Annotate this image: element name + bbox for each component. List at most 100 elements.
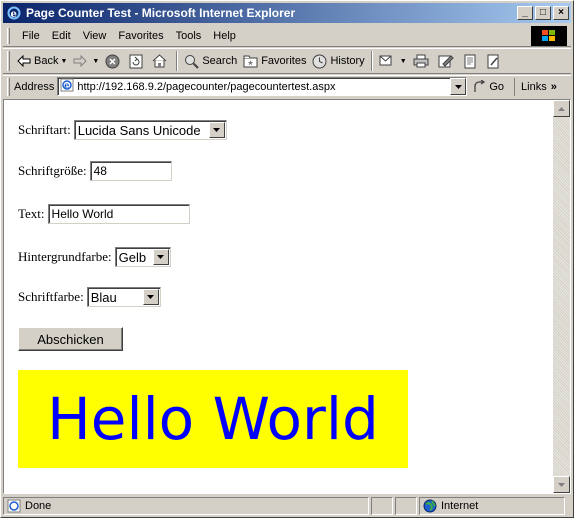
discuss-icon <box>464 54 476 68</box>
background-select-value: Gelb <box>118 249 147 265</box>
font-row: Schriftart: Lucida Sans Unicode <box>18 120 227 140</box>
chevron-down-icon[interactable] <box>142 289 159 305</box>
refresh-icon <box>129 54 143 68</box>
back-dropdown-icon[interactable]: ▼ <box>60 58 67 65</box>
color-select-value: Blau <box>90 289 117 305</box>
text-row: Text: Hello World <box>18 204 190 224</box>
stop-icon <box>105 54 120 68</box>
size-label: Schriftgröße: <box>18 163 87 178</box>
chevron-down-icon <box>454 84 462 89</box>
address-bar: Address e http://192.168.9.2/pagecounter… <box>3 75 571 97</box>
menubar-grip[interactable] <box>7 27 10 44</box>
vertical-scrollbar[interactable] <box>553 100 570 493</box>
status-zone-pane[interactable]: Internet <box>419 497 565 515</box>
color-select[interactable]: Blau <box>86 287 161 307</box>
address-field[interactable]: e http://192.168.9.2/pagecounter/pagecou… <box>57 77 468 96</box>
history-clock-icon <box>312 54 327 68</box>
menu-help[interactable]: Help <box>207 30 242 42</box>
maximize-button[interactable]: □ <box>535 6 551 20</box>
go-label: Go <box>489 80 505 93</box>
preview-box: Hello World <box>18 370 408 468</box>
chevron-down-icon <box>558 482 565 487</box>
chevron-right-icon: » <box>550 80 557 93</box>
browser-viewport: Schriftart: Lucida Sans Unicode Schriftg… <box>3 99 571 494</box>
color-label: Schriftfarbe: <box>18 289 84 304</box>
background-row: Hintergrundfarbe: Gelb <box>18 247 171 267</box>
windows-logo-icon <box>531 26 567 46</box>
size-input[interactable]: 48 <box>89 161 172 181</box>
mail-icon <box>379 55 392 66</box>
printer-icon <box>413 54 429 68</box>
size-row: Schriftgröße: 48 <box>18 161 172 181</box>
back-label: Back <box>34 55 59 67</box>
scroll-up-button[interactable] <box>553 100 570 117</box>
search-icon <box>185 54 200 69</box>
status-pane-secure <box>395 497 417 515</box>
edit-page-icon <box>438 55 454 68</box>
addressbar-grip[interactable] <box>7 77 10 96</box>
background-select[interactable]: Gelb <box>114 247 171 267</box>
text-label: Text: <box>18 206 45 221</box>
globe-icon <box>423 499 437 513</box>
search-label: Search <box>202 55 238 67</box>
preview-text: Hello World <box>47 385 379 453</box>
go-arrow-icon <box>474 80 486 92</box>
title-bar[interactable]: e Page Counter Test - Microsoft Internet… <box>3 3 571 23</box>
stop-button[interactable] <box>102 50 126 72</box>
background-label: Hintergrundfarbe: <box>18 249 112 264</box>
history-label: History <box>330 55 365 67</box>
menu-file[interactable]: File <box>16 30 46 42</box>
close-button[interactable]: × <box>553 6 569 20</box>
links-button[interactable]: Links » <box>514 77 557 96</box>
scroll-down-button[interactable] <box>553 476 570 493</box>
forward-button[interactable]: ▼ <box>70 50 102 72</box>
status-bar: Done Internet <box>3 496 571 516</box>
print-button[interactable] <box>410 50 435 72</box>
chevron-down-icon[interactable] <box>152 249 169 265</box>
forward-dropdown-icon[interactable]: ▼ <box>92 58 99 65</box>
menu-view[interactable]: View <box>77 30 113 42</box>
menu-tools[interactable]: Tools <box>170 30 208 42</box>
refresh-button[interactable] <box>126 50 149 72</box>
favorites-button[interactable]: Favorites <box>240 50 309 72</box>
mail-button[interactable]: ▼ <box>376 50 410 72</box>
address-url[interactable]: http://192.168.9.2/pagecounter/pagecount… <box>77 81 450 93</box>
messenger-icon <box>487 54 499 68</box>
status-text: Done <box>25 500 52 512</box>
forward-arrow-icon <box>73 55 88 67</box>
links-label: Links <box>521 80 547 93</box>
svg-text:e: e <box>11 9 17 20</box>
home-button[interactable] <box>149 50 173 72</box>
minimize-button[interactable]: _ <box>517 6 533 20</box>
color-row: Schriftfarbe: Blau <box>18 287 161 307</box>
go-button[interactable]: Go <box>473 80 504 93</box>
search-button[interactable]: Search <box>181 50 240 72</box>
status-zone: Internet <box>441 500 479 512</box>
back-button[interactable]: Back ▼ <box>14 50 70 72</box>
favorites-label: Favorites <box>261 55 307 67</box>
text-input[interactable]: Hello World <box>47 204 190 224</box>
toolbar-grip[interactable] <box>7 51 10 71</box>
edit-button[interactable] <box>435 50 460 72</box>
ie-page-icon: e <box>60 78 74 95</box>
ie-window: e Page Counter Test - Microsoft Internet… <box>0 0 574 518</box>
chevron-down-icon[interactable] <box>208 122 225 138</box>
menu-favorites[interactable]: Favorites <box>112 30 169 42</box>
favorites-folder-icon <box>243 55 258 67</box>
menu-edit[interactable]: Edit <box>46 30 77 42</box>
address-label: Address <box>14 80 55 93</box>
web-page: Schriftart: Lucida Sans Unicode Schriftg… <box>4 100 570 493</box>
messenger-button[interactable] <box>483 50 507 72</box>
toolbar-separator <box>370 51 373 71</box>
home-icon <box>153 54 167 68</box>
status-text-pane: Done <box>3 497 369 515</box>
mail-dropdown-icon[interactable]: ▼ <box>400 58 407 65</box>
address-dropdown-button[interactable] <box>450 78 467 95</box>
history-button[interactable]: History <box>309 50 367 72</box>
discuss-button[interactable] <box>460 50 483 72</box>
ie-logo-icon: e <box>6 5 22 21</box>
svg-text:e: e <box>65 80 70 90</box>
font-select[interactable]: Lucida Sans Unicode <box>73 120 227 140</box>
standard-toolbar: Back ▼ ▼ Search Favorites History ▼ <box>3 48 571 74</box>
submit-button[interactable]: Abschicken <box>18 327 123 351</box>
